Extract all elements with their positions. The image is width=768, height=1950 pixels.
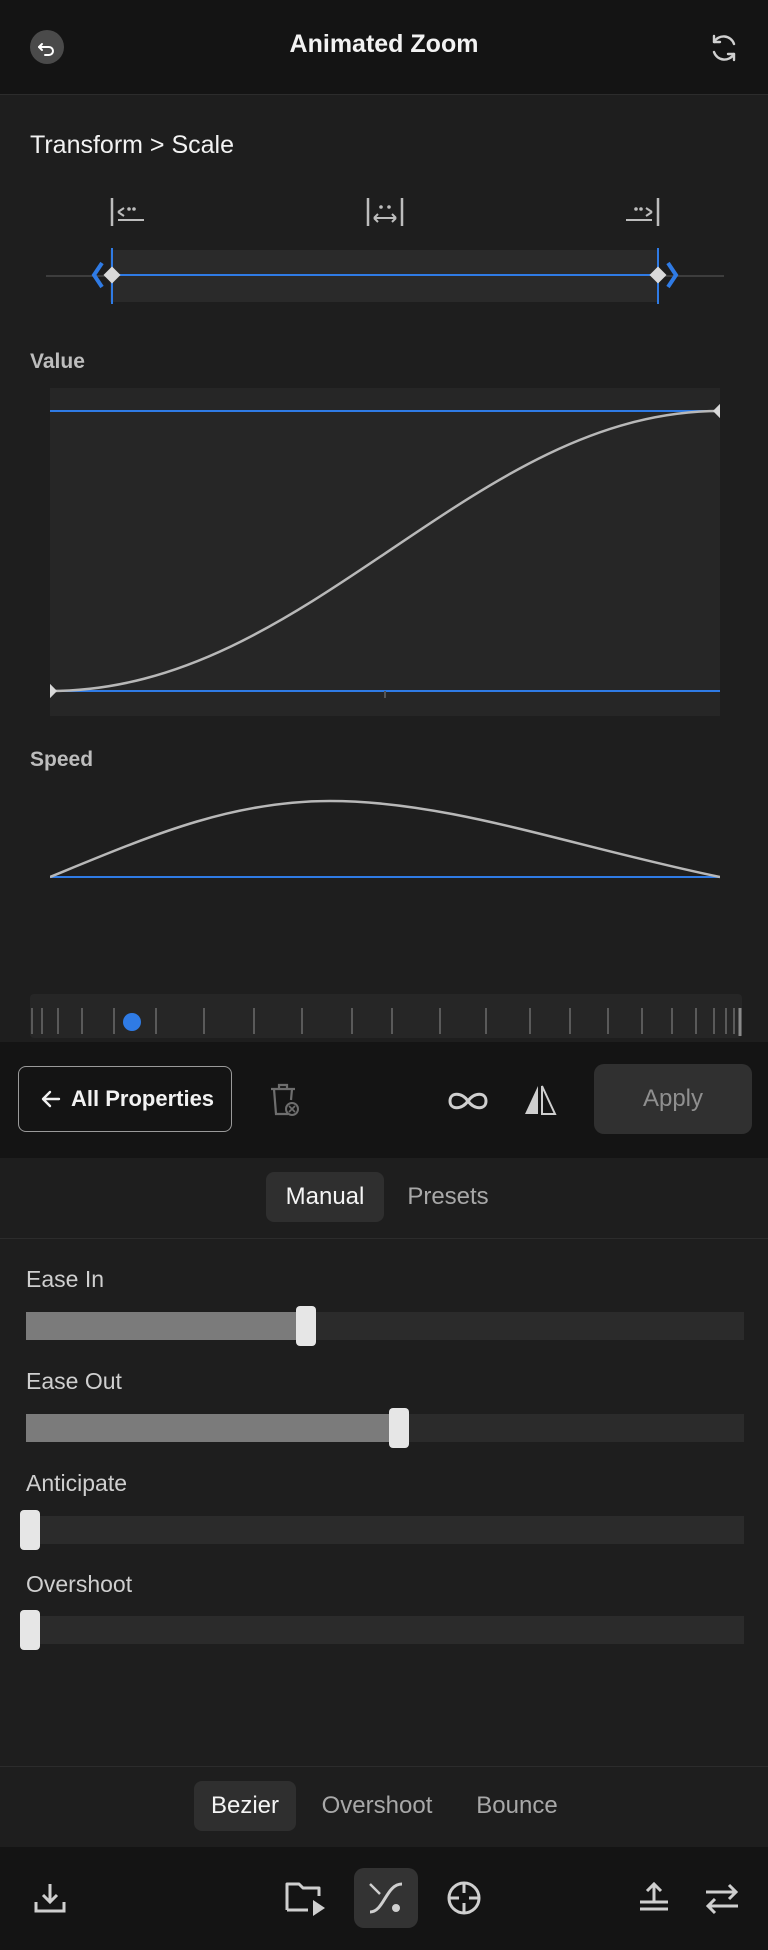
ease-in-slider[interactable] [26, 1306, 744, 1346]
ease-in-fill [26, 1312, 307, 1340]
mirror-icon [525, 1085, 557, 1115]
download-button[interactable] [26, 1874, 74, 1922]
trim-start-icon [110, 198, 144, 226]
curve-button[interactable] [354, 1868, 418, 1928]
trim-center-icon [366, 198, 404, 226]
swap-icon [705, 1883, 739, 1915]
export-button[interactable] [630, 1874, 678, 1922]
export-icon [640, 1881, 668, 1911]
ease-out-label: Ease Out [26, 1368, 122, 1394]
speed-label: Speed [30, 748, 94, 771]
refresh-icon [712, 34, 736, 62]
range-end-handle [666, 261, 679, 289]
ease-out-thumb[interactable] [389, 1408, 410, 1448]
anticipate-thumb[interactable] [20, 1510, 40, 1550]
overshoot-slider[interactable] [20, 1610, 744, 1650]
value-curve [49, 409, 721, 693]
loop-icon [448, 1092, 488, 1110]
target-button[interactable] [440, 1874, 488, 1922]
media-button[interactable] [282, 1874, 330, 1922]
anticipate-label: Anticipate [26, 1470, 128, 1496]
keyframe-start [103, 266, 121, 284]
delete-keyframe-icon [271, 1083, 299, 1116]
arrow-left-icon [41, 1090, 61, 1108]
tab-bezier[interactable]: Bezier [194, 1781, 296, 1831]
download-icon [34, 1884, 66, 1913]
keyframe-end [649, 266, 667, 284]
target-icon [447, 1881, 481, 1915]
mirror-button[interactable] [522, 1082, 558, 1118]
apply-button[interactable]: Apply [594, 1064, 752, 1134]
breadcrumb: Transform > Scale [30, 131, 235, 159]
overshoot-label: Overshoot [26, 1571, 133, 1597]
ease-in-thumb[interactable] [296, 1306, 317, 1346]
all-properties-label: All Properties [71, 1086, 215, 1111]
playhead [123, 1013, 141, 1031]
delete-keyframe-button[interactable] [266, 1080, 302, 1120]
trim-end-icon [626, 198, 660, 226]
mode-tabs-bar [0, 1158, 768, 1239]
media-icon [285, 1882, 325, 1916]
loop-button[interactable] [446, 1086, 490, 1116]
all-properties-button[interactable]: All Properties [18, 1066, 232, 1132]
speed-graph [49, 786, 721, 892]
value-graph [42, 388, 728, 716]
overshoot-thumb[interactable] [20, 1610, 40, 1650]
ease-out-fill [26, 1414, 400, 1442]
trim-end-button[interactable] [622, 192, 662, 232]
tab-manual[interactable]: Manual [266, 1172, 384, 1222]
refresh-button[interactable] [704, 28, 744, 68]
speed-curve [49, 799, 721, 879]
page-title: Animated Zoom [289, 30, 479, 58]
ease-in-label: Ease In [26, 1266, 104, 1292]
value-label: Value [30, 350, 85, 373]
tab-overshoot[interactable]: Overshoot [310, 1781, 444, 1831]
trim-start-button[interactable] [108, 192, 148, 232]
tab-bounce[interactable]: Bounce [458, 1781, 576, 1831]
trim-center-button[interactable] [365, 192, 405, 232]
curve-icon [369, 1882, 403, 1914]
range-start-handle [91, 261, 104, 289]
swap-button[interactable] [698, 1874, 746, 1922]
keyframe-handles [91, 248, 679, 304]
ease-out-slider[interactable] [26, 1408, 744, 1448]
anticipate-slider[interactable] [20, 1510, 744, 1550]
frame-scrubber[interactable] [30, 994, 742, 1038]
tab-presets[interactable]: Presets [398, 1172, 498, 1222]
